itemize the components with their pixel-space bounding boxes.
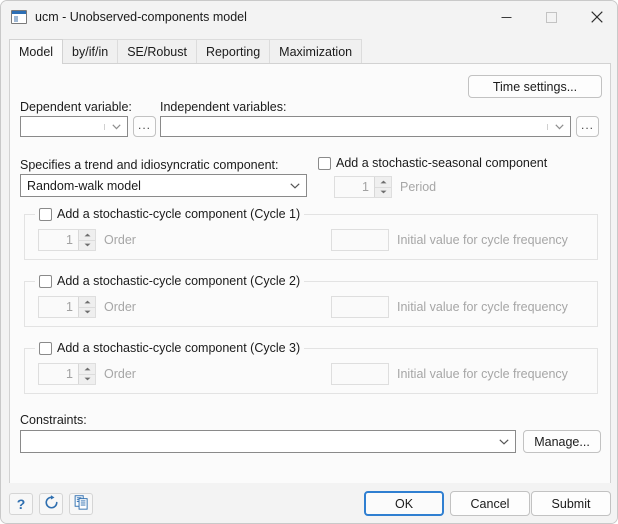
stepper-down-icon[interactable] [375,188,391,198]
checkbox-box[interactable] [39,274,52,288]
cycle-2-order-value: 1 [66,300,73,314]
stepper-buttons[interactable] [374,177,391,197]
constraints-combo[interactable] [20,430,516,453]
cycle-3-label: Add a stochastic-cycle component (Cycle … [57,341,301,355]
cycle-2-order-stepper[interactable]: 1 [38,296,96,318]
seasonal-period-stepper[interactable]: 1 [334,176,392,198]
independent-variables-label: Independent variables: [160,100,287,114]
cycle-3-initial-value-input[interactable] [331,363,389,385]
cycle-3-order-label: Order [104,367,136,381]
help-button[interactable]: ? [9,493,33,515]
seasonal-period-label: Period [400,180,437,194]
tab-label: by/if/in [72,45,109,59]
tab-label: Reporting [205,45,261,59]
reset-button[interactable] [39,493,63,515]
cycle-2-initial-value-input[interactable] [331,296,389,318]
dialog-footer: ? OK Cancel Submit [1,483,617,523]
time-settings-label: Time settings... [492,79,578,94]
stochastic-seasonal-label: Add a stochastic-seasonal component [336,156,548,170]
cycle-1-label: Add a stochastic-cycle component (Cycle … [57,207,301,221]
copy-icon [74,495,89,513]
ok-label: OK [394,496,414,511]
cycle-3-checkbox[interactable]: Add a stochastic-cycle component (Cycle … [35,341,305,355]
tab-by-if-in[interactable]: by/if/in [62,39,119,64]
cycle-3-initial-value-label: Initial value for cycle frequency [397,367,568,381]
ucm-dialog-window: ucm - Unobserved-components model Model … [0,0,618,524]
cycle-2-initial-value-label: Initial value for cycle frequency [397,300,568,314]
cycle-1-group: Add a stochastic-cycle component (Cycle … [24,207,598,260]
close-icon[interactable] [574,1,617,33]
dependent-variable-browse-button[interactable]: ... [133,116,156,137]
checkbox-box[interactable] [39,207,52,221]
stepper-down-icon[interactable] [79,241,95,251]
cycle-3-order-value: 1 [66,367,73,381]
cycle-2-checkbox[interactable]: Add a stochastic-cycle component (Cycle … [35,274,305,288]
cycle-3-group: Add a stochastic-cycle component (Cycle … [24,341,598,394]
submit-label: Submit [551,496,591,511]
tab-reporting[interactable]: Reporting [195,39,271,64]
constraints-label: Constraints: [20,413,87,427]
ok-button[interactable]: OK [364,491,444,516]
trend-component-combo[interactable]: Random-walk model [20,174,307,197]
stepper-buttons[interactable] [78,364,95,384]
stepper-down-icon[interactable] [79,375,95,385]
stepper-buttons[interactable] [78,230,95,250]
tab-label: Maximization [279,45,353,59]
manage-constraints-label: Manage... [534,434,590,449]
title-bar: ucm - Unobserved-components model [1,1,617,33]
stepper-up-icon[interactable] [79,230,95,241]
independent-variables-browse-label: ... [580,118,594,132]
cycle-3-order-stepper[interactable]: 1 [38,363,96,385]
independent-variables-combo[interactable] [160,116,571,137]
tab-label: SE/Robust [127,45,187,59]
stepper-buttons[interactable] [78,297,95,317]
cycle-2-order-label: Order [104,300,136,314]
cycle-1-order-label: Order [104,233,136,247]
copy-button[interactable] [69,493,93,515]
tab-label: Model [19,45,54,59]
stepper-down-icon[interactable] [79,308,95,318]
stepper-up-icon[interactable] [79,297,95,308]
tab-maximization[interactable]: Maximization [269,39,363,64]
cycle-1-initial-value-input[interactable] [331,229,389,251]
stochastic-seasonal-checkbox[interactable]: Add a stochastic-seasonal component [318,156,547,170]
cycle-2-group: Add a stochastic-cycle component (Cycle … [24,274,598,327]
chevron-down-icon[interactable] [104,123,127,130]
cancel-label: Cancel [470,496,510,511]
chevron-down-icon[interactable] [284,182,306,189]
help-icon: ? [16,496,26,512]
maximize-icon[interactable] [529,1,574,33]
dialog-form-icon [11,10,27,24]
trend-component-label: Specifies a trend and idiosyncratic comp… [20,158,279,172]
cycle-2-label: Add a stochastic-cycle component (Cycle … [57,274,301,288]
chevron-down-icon[interactable] [547,123,570,130]
cancel-button[interactable]: Cancel [450,491,530,516]
independent-variables-browse-button[interactable]: ... [576,116,599,137]
tab-model[interactable]: Model [9,39,64,64]
cycle-1-order-value: 1 [66,233,73,247]
stepper-up-icon[interactable] [375,177,391,188]
manage-constraints-button[interactable]: Manage... [523,430,601,453]
model-tab-panel: Time settings... Dependent variable: ...… [9,63,611,485]
window-controls [484,1,617,33]
tab-strip: Model by/if/in SE/Robust Reporting Maxim… [1,39,617,64]
time-settings-button[interactable]: Time settings... [468,75,602,98]
dependent-variable-combo[interactable] [20,116,128,137]
refresh-icon [44,495,59,513]
checkbox-box[interactable] [39,341,52,355]
chevron-down-icon[interactable] [493,438,515,445]
checkbox-box[interactable] [318,156,331,170]
window-title: ucm - Unobserved-components model [35,10,247,24]
stepper-up-icon[interactable] [79,364,95,375]
tab-se-robust[interactable]: SE/Robust [117,39,197,64]
dependent-variable-browse-label: ... [137,118,151,132]
cycle-1-checkbox[interactable]: Add a stochastic-cycle component (Cycle … [35,207,305,221]
seasonal-period-value: 1 [362,180,369,194]
minimize-icon[interactable] [484,1,529,33]
cycle-1-initial-value-label: Initial value for cycle frequency [397,233,568,247]
submit-button[interactable]: Submit [531,491,611,516]
trend-component-value: Random-walk model [27,178,141,193]
cycle-1-order-stepper[interactable]: 1 [38,229,96,251]
dependent-variable-label: Dependent variable: [20,100,132,114]
